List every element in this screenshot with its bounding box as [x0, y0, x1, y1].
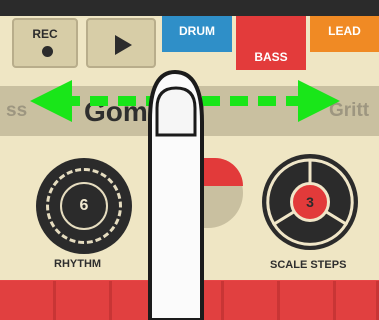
scale-steps-dial[interactable]: 3 — [262, 154, 358, 250]
tab-lead[interactable]: LEAD — [310, 16, 379, 52]
preset-prev-name[interactable]: ss — [6, 100, 27, 122]
center-dial-red-segment — [203, 158, 243, 186]
rhythm-label: RHYTHM — [54, 258, 102, 270]
tab-bass[interactable]: BASS — [236, 16, 306, 70]
preset-next-name[interactable]: Gritt — [329, 100, 369, 122]
app-stage: REC DRUM BASS LEAD ss Gom and Gritt 6 RH… — [0, 0, 379, 320]
rhythm-value: 6 — [79, 197, 89, 214]
rhythm-dial[interactable]: 6 — [36, 158, 132, 254]
pad[interactable] — [112, 281, 168, 320]
top-strip — [0, 0, 379, 16]
scale-steps-label: SCALE STEPS — [270, 259, 347, 271]
pad[interactable] — [280, 281, 336, 320]
tab-drum[interactable]: DRUM — [162, 16, 232, 52]
scale-steps-value: 3 — [306, 194, 314, 210]
pad[interactable] — [56, 281, 112, 320]
play-icon — [115, 35, 132, 55]
pad[interactable] — [168, 281, 224, 320]
tab-bass-label: BASS — [254, 50, 288, 64]
pad[interactable] — [0, 281, 56, 320]
pad[interactable] — [224, 281, 280, 320]
tab-drum-label: DRUM — [179, 24, 215, 38]
tab-lead-label: LEAD — [328, 24, 361, 38]
rec-label: REC — [32, 27, 58, 41]
pad[interactable] — [336, 281, 379, 320]
preset-current-name[interactable]: Gom and — [84, 96, 205, 128]
play-button[interactable] — [86, 18, 156, 68]
rec-button[interactable]: REC — [12, 18, 78, 68]
rec-dot-icon — [42, 46, 53, 57]
